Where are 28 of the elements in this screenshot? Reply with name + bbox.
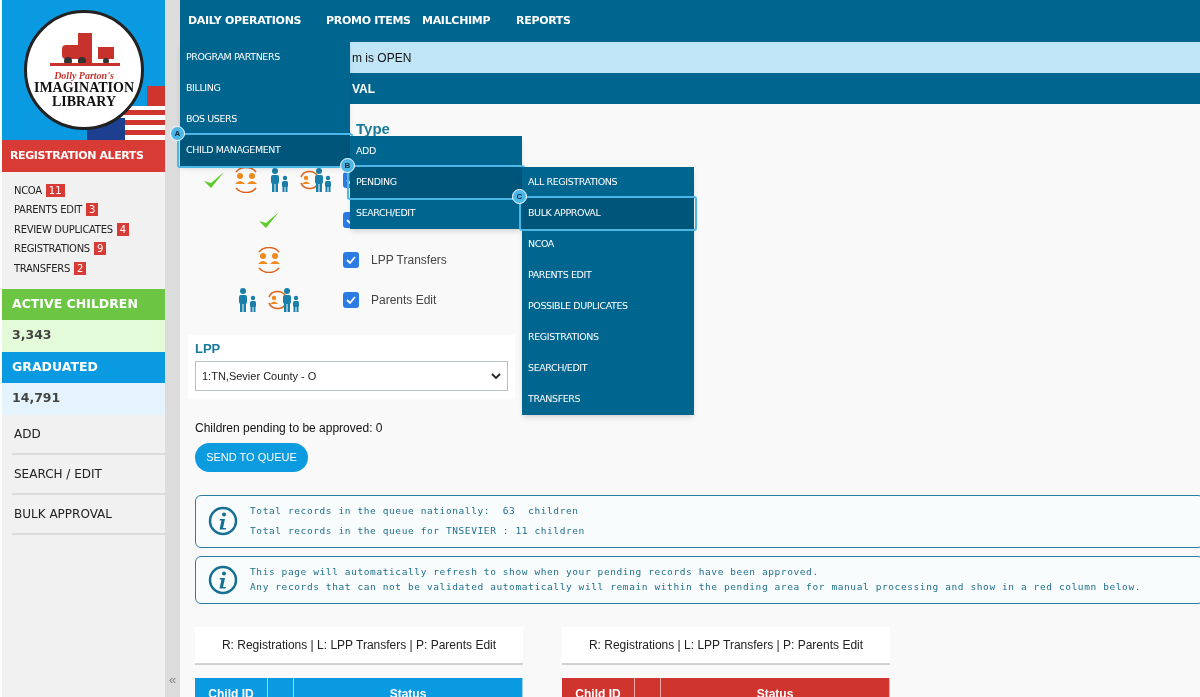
stat-value: 3,343	[2, 319, 165, 352]
logo-title: IMAGINATION	[33, 81, 135, 95]
info-text: Any records that can not be validated automatically will remain within the pending area for manual processing and show in a red column below.	[250, 580, 1142, 594]
stat-value: 14,791	[2, 382, 165, 415]
alert-count: 9	[93, 242, 107, 256]
alert-count: 2	[74, 261, 87, 275]
logo-script: Dolly Parton's	[54, 71, 114, 81]
column-heading: Child ID	[208, 685, 254, 697]
lpp-label: LPP	[195, 341, 222, 357]
info-text: Total records in the queue for TNSEVIER : 11 children	[250, 524, 585, 539]
info-text: This page will automatically refresh to show when your pending records have been approved.	[250, 564, 820, 579]
stat-header: ACTIVE CHILDREN	[2, 288, 165, 320]
column-heading: Child ID	[575, 685, 621, 697]
alert-count: 11	[45, 183, 65, 197]
table-legend: R: Registrations | L: LPP Transfers | P: Parents Edit	[562, 626, 890, 665]
table-legend: R: Registrations | L: LPP Transfers | P: Parents Edit	[195, 626, 523, 665]
pending-count-text: Children pending to be approved: 0	[195, 420, 384, 437]
alerts-title: REGISTRATION ALERTS	[10, 147, 144, 164]
column-heading: Status	[756, 685, 794, 697]
checkbox-label: Parents Edit	[371, 292, 437, 309]
type-heading: Type	[356, 119, 390, 139]
logo-subtitle: LIBRARY	[51, 95, 117, 109]
checkbox-label: LPP Transfers	[371, 252, 447, 269]
stat-header: GRADUATED	[2, 351, 165, 383]
alert-count: 4	[116, 222, 130, 236]
column-heading: Status	[389, 685, 427, 697]
alert-count: 3	[86, 203, 99, 217]
info-text: Total records in the queue nationally: 63 children	[250, 504, 580, 518]
